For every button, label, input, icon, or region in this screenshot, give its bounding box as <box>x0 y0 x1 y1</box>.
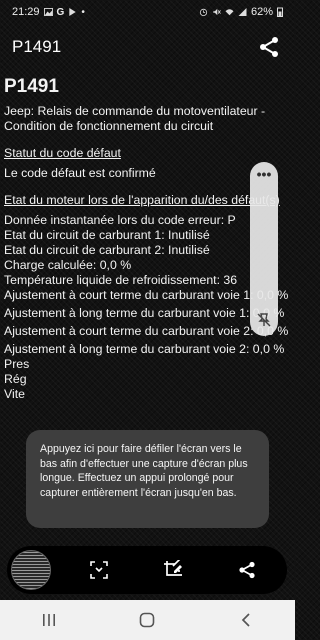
scroll-capture-tooltip: Appuyez ici pour faire défiler l'écran v… <box>26 430 269 528</box>
status-bar: 21:29 G • 62% <box>0 0 295 24</box>
engine-row: Vite <box>4 387 25 401</box>
crop-edit-icon <box>164 560 182 576</box>
alarm-icon <box>199 8 208 16</box>
navigation-bar <box>0 600 295 640</box>
status-section-title: Statut du code défaut <box>4 146 121 160</box>
battery-icon <box>277 7 283 17</box>
battery-level: 62% <box>250 6 273 18</box>
gallery-icon <box>43 8 53 16</box>
app-title: P1491 <box>12 37 62 56</box>
floating-panel[interactable]: ••• <box>250 162 278 336</box>
engine-section-title: Etat du moteur lors de l'apparition du/d… <box>4 193 280 207</box>
engine-row: Ajustement à long terme du carburant voi… <box>4 342 285 356</box>
screenshot-thumbnail[interactable] <box>11 550 51 590</box>
back-icon <box>241 613 250 627</box>
scroll-capture-icon <box>90 561 108 579</box>
crop-edit-button[interactable] <box>149 546 197 594</box>
share-icon <box>260 37 278 57</box>
recents-icon <box>43 614 56 626</box>
code-title: P1491 <box>4 76 59 97</box>
screenshot-toolbar <box>7 546 287 594</box>
recents-button[interactable] <box>29 604 69 636</box>
wifi-icon <box>225 9 234 16</box>
mute-icon <box>213 8 221 16</box>
unpin-icon[interactable] <box>256 312 272 328</box>
scroll-capture-button[interactable] <box>75 546 123 594</box>
google-icon: G <box>56 6 65 18</box>
share-icon <box>239 561 255 579</box>
home-button[interactable] <box>127 604 167 636</box>
back-button[interactable] <box>226 604 266 636</box>
share-screenshot-button[interactable] <box>223 546 271 594</box>
app-bar: P1491 <box>0 26 295 68</box>
engine-row: Rég <box>4 372 27 386</box>
signal-icon <box>238 8 247 16</box>
status-time: 21:29 <box>12 6 40 18</box>
play-icon <box>69 8 77 16</box>
more-options-icon[interactable]: ••• <box>250 167 278 181</box>
engine-row: Pres <box>4 357 30 371</box>
share-button[interactable] <box>255 33 283 61</box>
code-description: Jeep: Relais de commande du motoventilat… <box>4 104 266 133</box>
home-icon <box>140 612 155 628</box>
notification-dot: • <box>81 6 85 18</box>
